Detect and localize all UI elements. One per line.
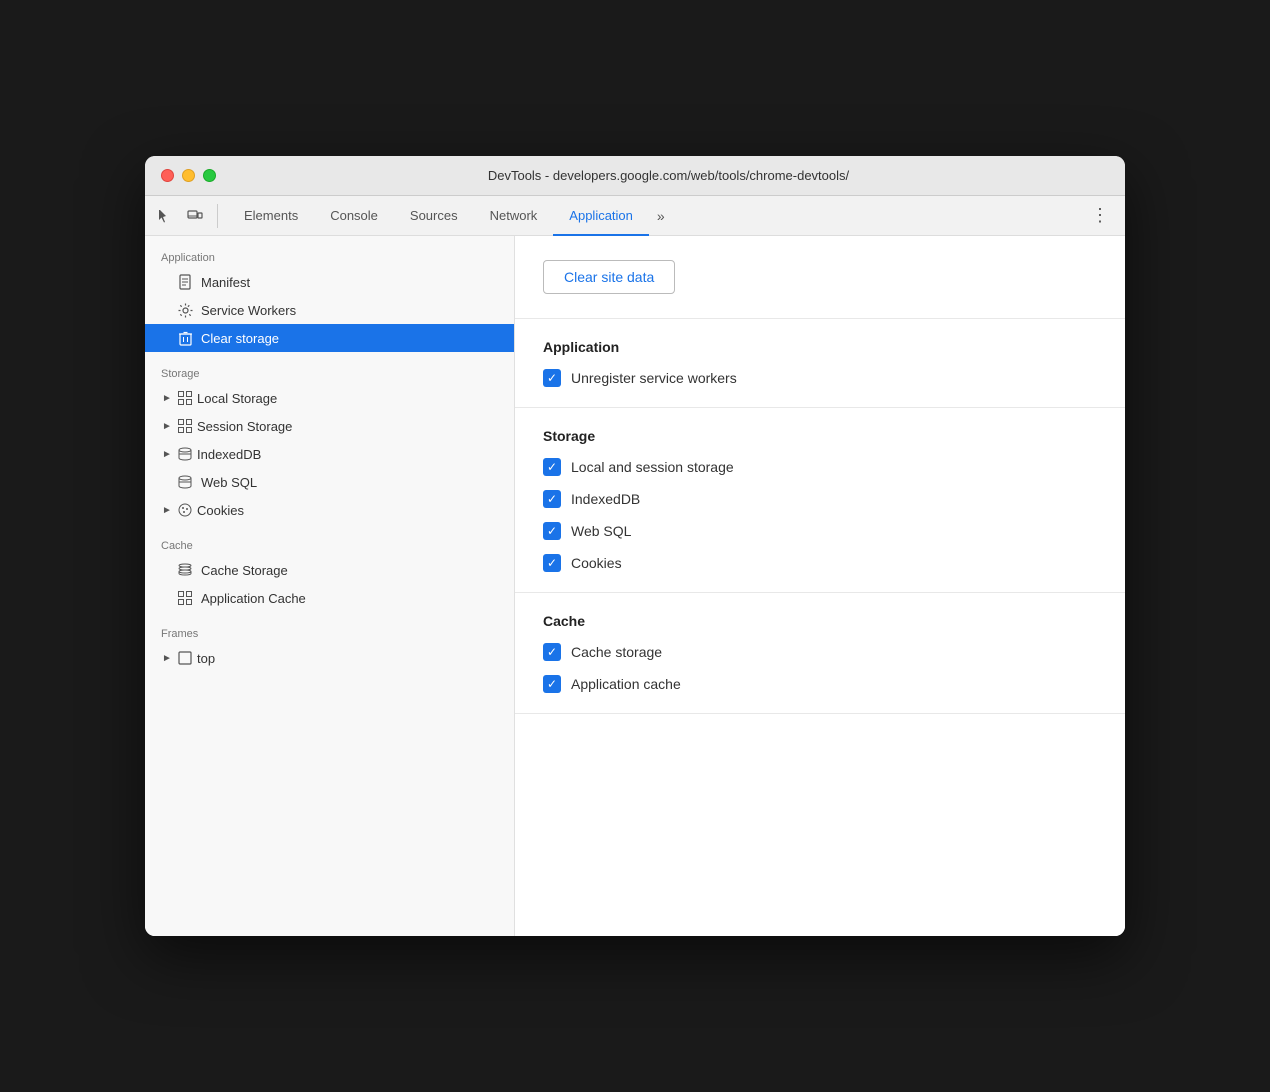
more-tabs-icon[interactable]: » [649, 204, 673, 228]
sidebar-item-local-storage[interactable]: ► Local Storage [145, 384, 514, 412]
local-storage-icon [177, 390, 193, 406]
tab-application[interactable]: Application [553, 196, 649, 236]
cookies-icon [177, 502, 193, 518]
checkbox-input-local-session[interactable]: ✓ [543, 458, 561, 476]
tab-console[interactable]: Console [314, 196, 394, 236]
arrow-right-icon: ► [161, 448, 173, 460]
sidebar-item-cache-storage[interactable]: Cache Storage [145, 556, 514, 584]
minimize-button[interactable] [182, 169, 195, 182]
panel-cache-title: Cache [543, 613, 1097, 629]
checkbox-application-cache[interactable]: ✓ Application cache [543, 675, 1097, 693]
sidebar-section-application-label: Application [145, 236, 514, 268]
checkbox-input-web-sql[interactable]: ✓ [543, 522, 561, 540]
checkmark-icon: ✓ [547, 646, 557, 658]
checkmark-icon: ✓ [547, 678, 557, 690]
panel-cache-section: Cache ✓ Cache storage ✓ Application cach… [515, 593, 1125, 714]
checkbox-input-unregister-service-workers[interactable]: ✓ [543, 369, 561, 387]
sidebar-item-session-storage[interactable]: ► Session Storage [145, 412, 514, 440]
gear-icon [177, 302, 193, 318]
checkbox-indexeddb[interactable]: ✓ IndexedDB [543, 490, 1097, 508]
inspect-icon[interactable] [153, 204, 177, 228]
sidebar-item-manifest[interactable]: Manifest [145, 268, 514, 296]
devtools-menu-icon[interactable]: ⋮ [1083, 201, 1117, 230]
indexeddb-icon [177, 446, 193, 462]
arrow-right-icon: ► [161, 504, 173, 516]
tab-network[interactable]: Network [474, 196, 554, 236]
panel-application-title: Application [543, 339, 1097, 355]
checkbox-cookies[interactable]: ✓ Cookies [543, 554, 1097, 572]
checkbox-input-indexeddb[interactable]: ✓ [543, 490, 561, 508]
cache-storage-icon [177, 562, 193, 578]
arrow-right-icon: ► [161, 652, 173, 664]
sidebar-item-indexeddb[interactable]: ► IndexedDB [145, 440, 514, 468]
checkmark-icon: ✓ [547, 493, 557, 505]
checkbox-input-application-cache[interactable]: ✓ [543, 675, 561, 693]
sidebar-section-cache-label: Cache [145, 524, 514, 556]
sidebar-item-service-workers[interactable]: Service Workers [145, 296, 514, 324]
clear-site-data-button[interactable]: Clear site data [543, 260, 675, 294]
device-icon[interactable] [183, 204, 207, 228]
checkmark-icon: ✓ [547, 372, 557, 384]
sidebar-item-top[interactable]: ► top [145, 644, 514, 672]
panel-storage-title: Storage [543, 428, 1097, 444]
close-button[interactable] [161, 169, 174, 182]
session-storage-icon [177, 418, 193, 434]
traffic-lights [161, 169, 216, 182]
checkbox-unregister-service-workers[interactable]: ✓ Unregister service workers [543, 369, 1097, 387]
window-title: DevTools - developers.google.com/web/too… [228, 168, 1109, 183]
sidebar: Application Manifest [145, 236, 515, 936]
tab-elements[interactable]: Elements [228, 196, 314, 236]
checkbox-web-sql[interactable]: ✓ Web SQL [543, 522, 1097, 540]
checkmark-icon: ✓ [547, 461, 557, 473]
sidebar-section-storage-label: Storage [145, 352, 514, 384]
titlebar: DevTools - developers.google.com/web/too… [145, 156, 1125, 196]
checkmark-icon: ✓ [547, 557, 557, 569]
checkbox-local-session-storage[interactable]: ✓ Local and session storage [543, 458, 1097, 476]
manifest-icon [177, 274, 193, 290]
tab-sources[interactable]: Sources [394, 196, 474, 236]
sidebar-item-web-sql[interactable]: Web SQL [145, 468, 514, 496]
arrow-right-icon: ► [161, 392, 173, 404]
checkbox-input-cache-storage[interactable]: ✓ [543, 643, 561, 661]
maximize-button[interactable] [203, 169, 216, 182]
panel-storage-section: Storage ✓ Local and session storage ✓ In… [515, 408, 1125, 593]
checkbox-cache-storage[interactable]: ✓ Cache storage [543, 643, 1097, 661]
devtools-icons [153, 204, 218, 228]
sidebar-item-clear-storage[interactable]: Clear storage [145, 324, 514, 352]
main-content: Application Manifest [145, 236, 1125, 936]
trash-icon [177, 330, 193, 346]
checkbox-input-cookies[interactable]: ✓ [543, 554, 561, 572]
devtools-window: DevTools - developers.google.com/web/too… [145, 156, 1125, 936]
checkmark-icon: ✓ [547, 525, 557, 537]
sidebar-item-application-cache[interactable]: Application Cache [145, 584, 514, 612]
sidebar-section-frames-label: Frames [145, 612, 514, 644]
main-panel: Clear site data Application ✓ Unregister… [515, 236, 1125, 936]
arrow-right-icon: ► [161, 420, 173, 432]
tabbar: Elements Console Sources Network Applica… [145, 196, 1125, 236]
sidebar-item-cookies[interactable]: ► Cookies [145, 496, 514, 524]
panel-clear-site-section: Clear site data [515, 236, 1125, 319]
frame-icon [177, 650, 193, 666]
panel-application-section: Application ✓ Unregister service workers [515, 319, 1125, 408]
application-cache-icon [177, 590, 193, 606]
web-sql-icon [177, 474, 193, 490]
